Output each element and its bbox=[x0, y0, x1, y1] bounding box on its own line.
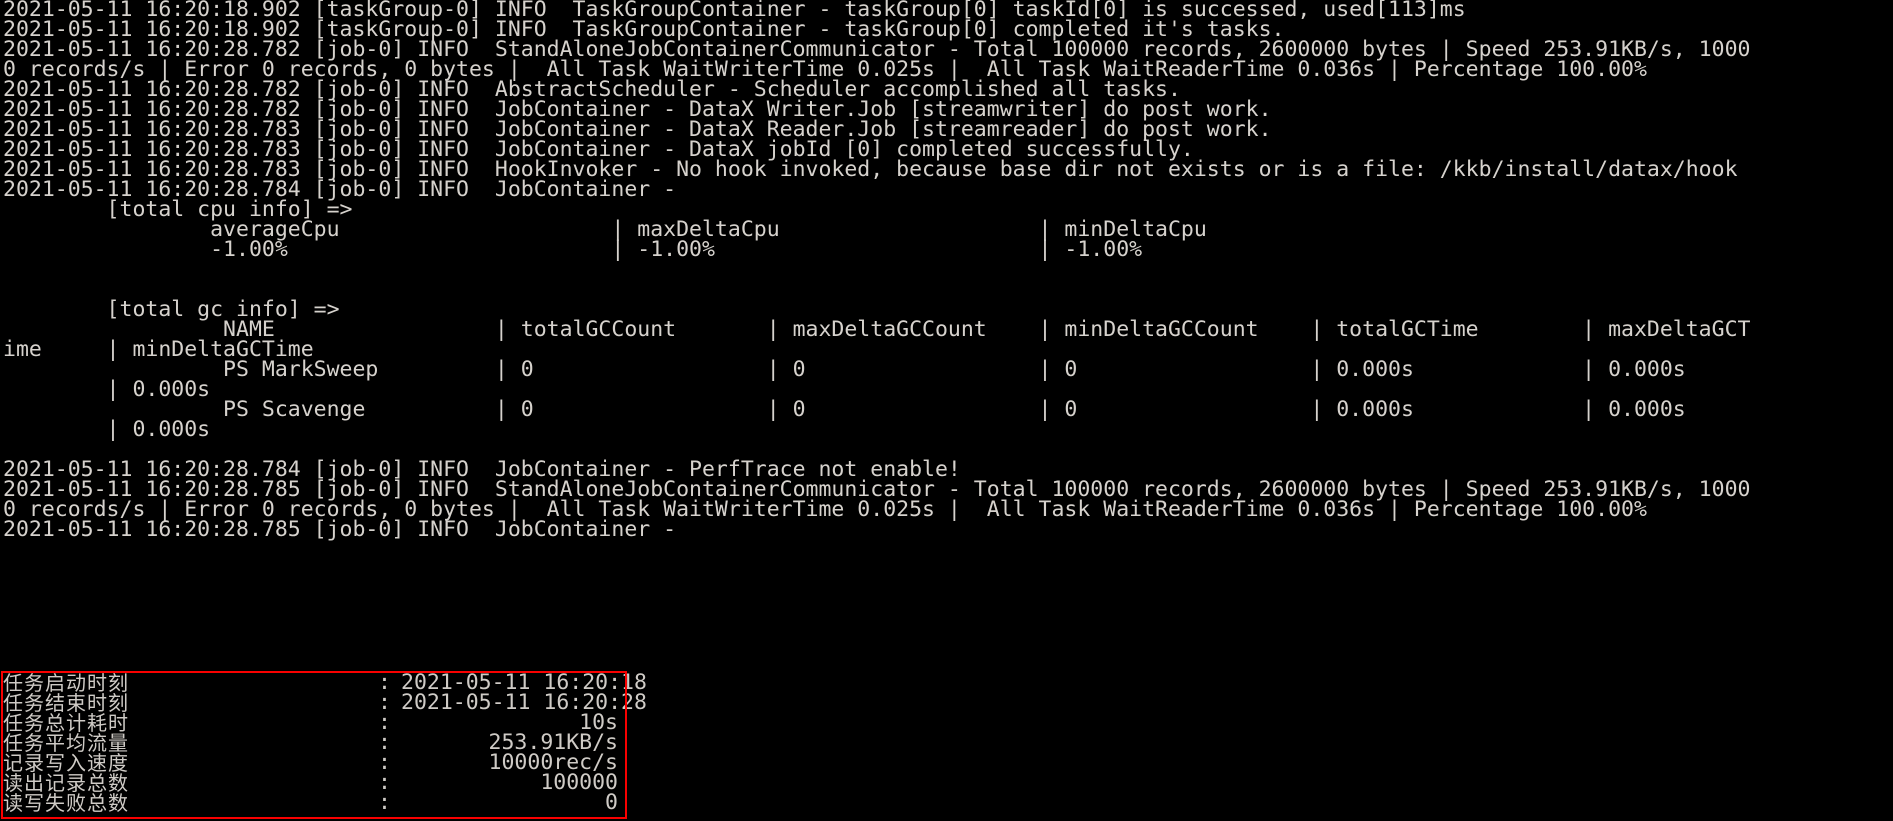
summary-row-label: 记录写入速度 bbox=[3, 751, 129, 775]
terminal-window[interactable]: 2021-05-11 16:20:18.902 [taskGroup-0] IN… bbox=[0, 0, 1893, 821]
log-line-gc-scavenge-wrap: | 0.000s bbox=[3, 417, 379, 442]
summary-row-label: 读出记录总数 bbox=[3, 771, 129, 795]
job-summary-table: 任务启动时刻:2021-05-11 16:20:18 任务结束时刻:2021-05… bbox=[3, 671, 647, 815]
summary-row-label: 任务平均流量 bbox=[3, 731, 129, 755]
log-line-cpu-values: -1.00% | -1.00% | -1.00% bbox=[3, 237, 1466, 262]
summary-row-label: 任务启动时刻 bbox=[3, 671, 129, 695]
summary-row-label: 读写失败总数 bbox=[3, 791, 129, 815]
summary-row-label: 任务总计耗时 bbox=[3, 711, 129, 735]
summary-row-value: 0 bbox=[605, 790, 618, 815]
summary-row: 任务结束时刻:2021-05-11 16:20:28 bbox=[3, 691, 647, 715]
summary-row-separator: : bbox=[378, 790, 391, 815]
log-line: 2021-05-11 16:20:28.785 [job-0] INFO Job… bbox=[3, 517, 690, 542]
summary-row: 读出记录总数:100000 bbox=[3, 771, 623, 795]
summary-row: 记录写入速度:10000rec/s bbox=[3, 751, 623, 775]
log-line-blank bbox=[3, 260, 1893, 280]
terminal-log-output: 2021-05-11 16:20:18.902 [taskGroup-0] IN… bbox=[3, 0, 1893, 540]
summary-row-label: 任务结束时刻 bbox=[3, 691, 129, 715]
summary-row: 读写失败总数: 0 bbox=[3, 790, 623, 815]
